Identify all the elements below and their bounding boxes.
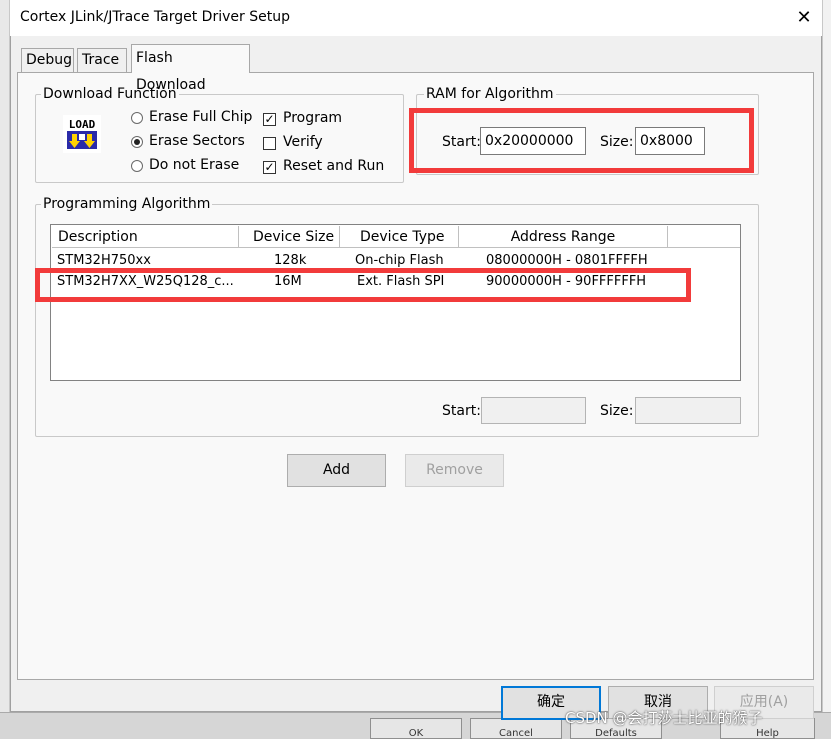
radio-erase-full-chip[interactable] [131, 112, 143, 124]
row-description: STM32H7XX_W25Q128_c... [57, 274, 234, 289]
load-icon: LOAD [63, 115, 101, 153]
algorithm-size-input[interactable] [635, 397, 741, 424]
verify-label: Verify [283, 134, 323, 150]
ram-size-label: Size: [600, 134, 634, 150]
add-button[interactable]: Add [287, 454, 386, 487]
algorithm-size-label: Size: [600, 403, 634, 419]
checkbox-verify[interactable] [263, 137, 276, 150]
ram-size-input[interactable]: 0x8000 [635, 127, 705, 155]
erase-sectors-label: Erase Sectors [149, 133, 245, 149]
ram-start-input[interactable]: 0x20000000 [480, 127, 586, 155]
close-icon[interactable]: ✕ [792, 6, 816, 30]
checkbox-program[interactable]: ✓ [263, 113, 276, 126]
row-device-type: Ext. Flash SPI [357, 274, 445, 289]
column-empty [668, 226, 740, 248]
row-device-size: 128k [274, 253, 307, 268]
row-device-type: On-chip Flash [355, 253, 444, 268]
ram-legend: RAM for Algorithm [424, 86, 556, 102]
tab-flash-download[interactable]: Flash Download [131, 44, 250, 93]
window-title: Cortex JLink/JTrace Target Driver Setup [20, 9, 290, 25]
row-address-range: 08000000H - 0801FFFFH [486, 253, 648, 268]
tab-trace[interactable]: Trace [77, 48, 127, 72]
background-window-right [822, 0, 831, 739]
tab-debug[interactable]: Debug [21, 48, 74, 72]
row-description: STM32H750xx [57, 253, 151, 268]
column-address-range[interactable]: Address Range [459, 226, 668, 248]
row-device-size: 16M [274, 274, 302, 289]
column-device-size[interactable]: Device Size [239, 226, 340, 248]
erase-full-chip-label: Erase Full Chip [149, 109, 253, 125]
algorithm-start-input[interactable] [481, 397, 586, 424]
background-ok-button: OK [370, 718, 462, 739]
radio-erase-sectors[interactable] [131, 136, 143, 148]
column-description[interactable]: Description [52, 226, 239, 248]
row-address-range: 90000000H - 90FFFFFFH [486, 274, 647, 289]
watermark: CSDN @会打莎士比亚的猴子 [565, 709, 763, 727]
do-not-erase-label: Do not Erase [149, 157, 240, 173]
background-cancel-button: Cancel [470, 718, 562, 739]
algorithm-start-label: Start: [442, 403, 481, 419]
program-label: Program [283, 110, 343, 126]
checkbox-reset-and-run[interactable]: ✓ [263, 161, 276, 174]
remove-button[interactable]: Remove [405, 454, 504, 487]
programming-algorithm-legend: Programming Algorithm [41, 196, 213, 212]
ram-start-label: Start: [442, 134, 481, 150]
reset-and-run-label: Reset and Run [283, 158, 385, 174]
load-icon-text: LOAD [69, 118, 96, 131]
radio-do-not-erase[interactable] [131, 160, 143, 172]
background-window-left [0, 0, 10, 739]
column-device-type[interactable]: Device Type [340, 226, 459, 248]
